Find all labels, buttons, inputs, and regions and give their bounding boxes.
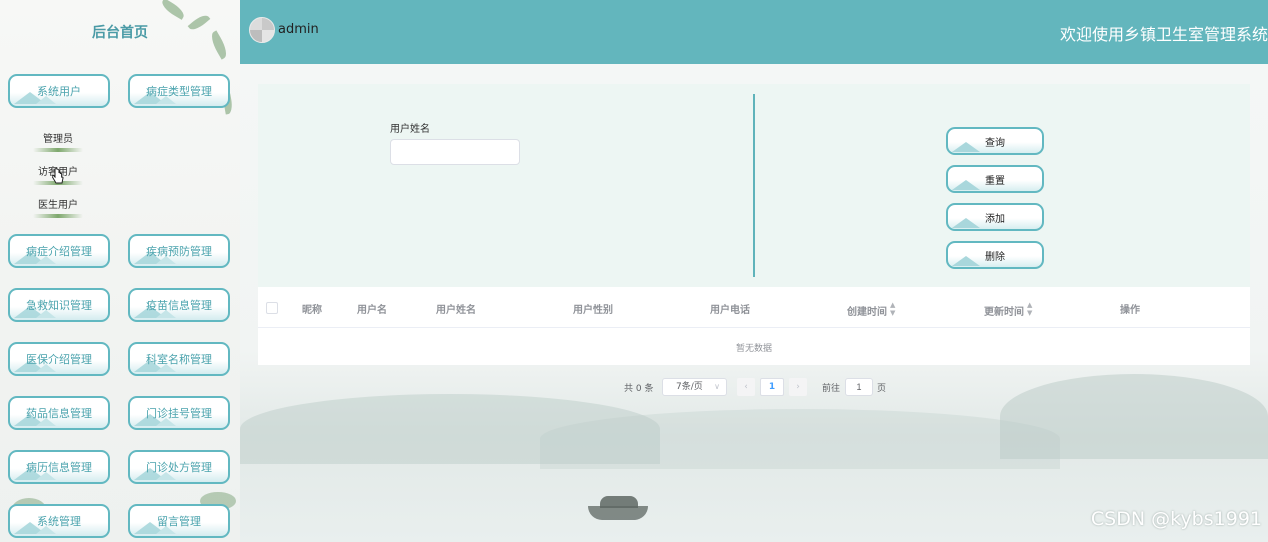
sort-icon[interactable]: ▲ ▼	[1027, 301, 1032, 317]
menu-system-users[interactable]: 系统用户	[8, 74, 110, 108]
current-page-number[interactable]: 1	[760, 378, 784, 396]
sidebar: 后台首页 系统用户 病症类型管理 管理员 访客用户 医生用户 病症介绍管理 疾病…	[0, 0, 241, 542]
prev-page-button[interactable]: ‹	[737, 378, 755, 396]
welcome-text: 欢迎使用乡镇卫生室管理系统	[1059, 25, 1268, 44]
menu-department-name[interactable]: 科室名称管理	[128, 342, 230, 376]
landscape-decoration	[1000, 374, 1268, 459]
sidebar-title[interactable]: 后台首页	[80, 22, 160, 42]
column-header-sortable[interactable]: 创建时间▲ ▼	[847, 301, 895, 318]
menu-first-aid[interactable]: 急救知识管理	[8, 288, 110, 322]
column-header: 操作	[1120, 305, 1140, 316]
menu-insurance-intro[interactable]: 医保介绍管理	[8, 342, 110, 376]
page-size-value: 7条/页	[676, 382, 703, 392]
leaf-decoration	[159, 0, 187, 20]
avatar[interactable]	[249, 17, 275, 43]
column-header: 用户姓名	[436, 305, 476, 316]
column-header-sortable[interactable]: 更新时间▲ ▼	[984, 301, 1032, 318]
goto-label: 前往	[822, 384, 841, 394]
column-header: 昵称	[302, 305, 322, 316]
sort-icon[interactable]: ▲ ▼	[890, 301, 895, 317]
goto-unit: 页	[877, 384, 887, 394]
column-header: 用户性别	[573, 305, 613, 316]
watermark: CSDN @kybs1991	[1090, 508, 1262, 530]
hand-cursor-icon	[52, 168, 64, 184]
data-table: 昵称 用户名 用户姓名 用户性别 用户电话 创建时间▲ ▼ 更新时间▲ ▼ 操作 暂…	[258, 287, 1250, 365]
menu-disease-intro[interactable]: 病症介绍管理	[8, 234, 110, 268]
column-header: 用户名	[357, 305, 387, 316]
boat-decoration	[588, 506, 648, 520]
page-size-select[interactable]: 7条/页 ∨	[662, 378, 727, 396]
user-name-input[interactable]	[390, 139, 520, 165]
chevron-down-icon: ∨	[714, 382, 720, 391]
menu-prescription[interactable]: 门诊处方管理	[128, 450, 230, 484]
goto-page-input[interactable]	[845, 378, 873, 396]
top-header: admin 欢迎使用乡镇卫生室管理系统	[240, 0, 1268, 64]
menu-system-management[interactable]: 系统管理	[8, 504, 110, 538]
table-header: 昵称 用户名 用户姓名 用户性别 用户电话 创建时间▲ ▼ 更新时间▲ ▼ 操作	[258, 287, 1250, 328]
menu-vaccine-info[interactable]: 疫苗信息管理	[128, 288, 230, 322]
empty-text: 暂无数据	[735, 344, 772, 354]
menu-disease-type[interactable]: 病症类型管理	[128, 74, 230, 108]
menu-registration[interactable]: 门诊挂号管理	[128, 396, 230, 430]
select-all-checkbox[interactable]	[266, 302, 278, 314]
column-header: 用户电话	[710, 305, 750, 316]
delete-button[interactable]: 删除	[946, 241, 1044, 269]
username: admin	[278, 22, 319, 37]
menu-message-management[interactable]: 留言管理	[128, 504, 230, 538]
query-button[interactable]: 查询	[946, 127, 1044, 155]
menu-drug-info[interactable]: 药品信息管理	[8, 396, 110, 430]
next-page-button[interactable]: ›	[789, 378, 807, 396]
add-button[interactable]: 添加	[946, 203, 1044, 231]
menu-medical-record[interactable]: 病历信息管理	[8, 450, 110, 484]
column-header-label: 更新时间	[984, 307, 1024, 318]
submenu-doctor-users[interactable]: 医生用户	[28, 196, 88, 218]
leaf-decoration	[207, 30, 231, 60]
panel-divider	[753, 94, 755, 277]
column-header-label: 创建时间	[847, 307, 887, 318]
pagination-total: 共 0 条	[624, 384, 654, 394]
user-name-label: 用户姓名	[390, 124, 430, 135]
menu-disease-prevention[interactable]: 疾病预防管理	[128, 234, 230, 268]
leaf-decoration	[187, 11, 211, 34]
landscape-decoration	[540, 409, 1060, 469]
submenu-admin[interactable]: 管理员	[28, 130, 88, 152]
reset-button[interactable]: 重置	[946, 165, 1044, 193]
